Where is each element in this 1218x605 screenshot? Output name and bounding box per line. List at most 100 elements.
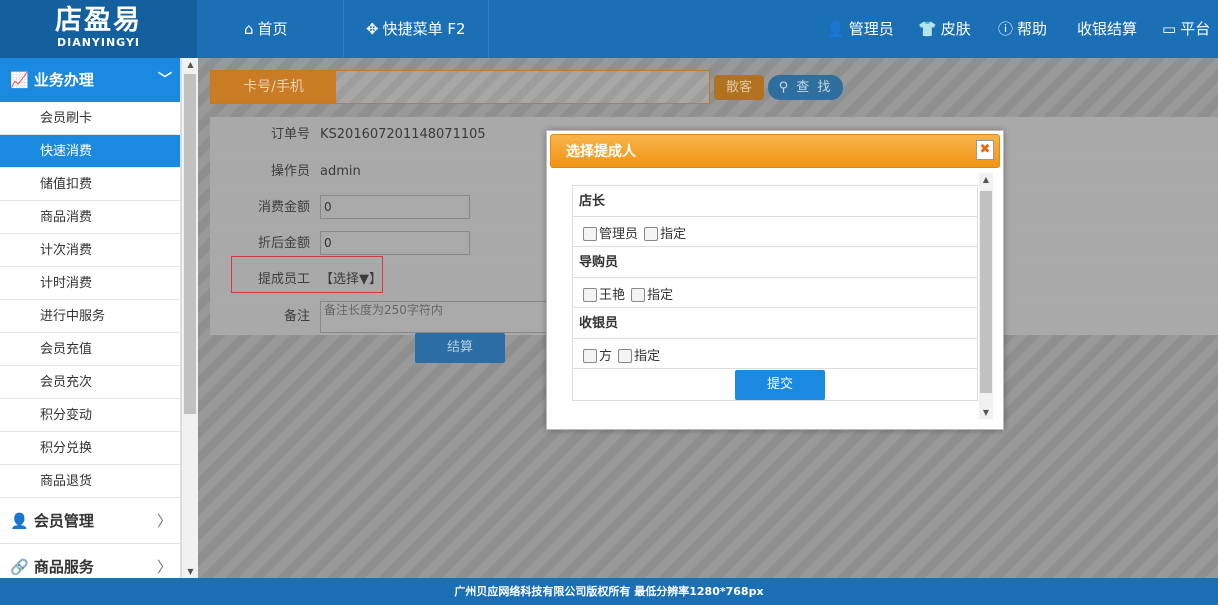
sidebar-group-member[interactable]: 👤 会员管理 〉 bbox=[0, 498, 180, 544]
chevron-down-icon: ﹀ bbox=[158, 72, 172, 88]
home-icon: ⌂ bbox=[244, 20, 254, 38]
checkbox[interactable] bbox=[583, 288, 597, 302]
note-label: 备注 bbox=[283, 309, 310, 324]
settle-button[interactable]: 结算 bbox=[415, 333, 505, 363]
nav-home[interactable]: ⌂ 首页 bbox=[244, 0, 288, 58]
checkbox[interactable] bbox=[631, 288, 646, 302]
card-label: 卡号/手机 bbox=[211, 71, 336, 103]
help-icon: ⓘ bbox=[998, 20, 1014, 38]
role-manager-options: 管理员 指定 bbox=[573, 217, 977, 247]
nav-quick-menu-label: 快捷菜单 F2 bbox=[382, 20, 466, 38]
sidebar-item-count-consume[interactable]: 计次消费 bbox=[0, 234, 180, 267]
close-icon[interactable]: ✖ bbox=[976, 140, 994, 160]
scroll-down-icon[interactable]: ▼ bbox=[182, 567, 199, 576]
role-manager: 店长 bbox=[573, 186, 977, 217]
operator-value: admin bbox=[320, 164, 361, 179]
monitor-icon: ▭ bbox=[1162, 20, 1177, 38]
role-cashier-options: 方 指定 bbox=[573, 339, 977, 369]
nav-checkout-label: 收银结算 bbox=[1077, 20, 1138, 38]
option-fang[interactable]: 方 bbox=[583, 345, 612, 364]
scroll-down-icon[interactable]: ▼ bbox=[979, 408, 993, 417]
checkbox[interactable] bbox=[583, 227, 597, 241]
scroll-up-icon[interactable]: ▲ bbox=[979, 175, 993, 184]
nav-help[interactable]: ⓘ 帮助 bbox=[998, 0, 1047, 58]
option-label: 管理员 bbox=[599, 227, 639, 242]
scroll-up-icon[interactable]: ▲ bbox=[182, 60, 199, 69]
sidebar-item-member-recharge[interactable]: 会员充值 bbox=[0, 333, 180, 366]
sidebar-item-stored-deduct[interactable]: 储值扣费 bbox=[0, 168, 180, 201]
role-cashier: 收银员 bbox=[573, 308, 977, 339]
sidebar-item-member-card[interactable]: 会员刷卡 bbox=[0, 102, 180, 135]
search-button[interactable]: ⚲ 查 找 bbox=[768, 75, 843, 100]
nav-admin-label: 管理员 bbox=[848, 20, 894, 38]
dialog-scrollbar[interactable]: ▲ ▼ bbox=[979, 173, 993, 419]
sidebar: 📈 业务办理 ﹀ 会员刷卡 快速消费 储值扣费 商品消费 计次消费 计时消费 进… bbox=[0, 58, 181, 578]
search-button-label: 查 找 bbox=[796, 80, 833, 95]
option-assign[interactable]: 指定 bbox=[618, 345, 660, 364]
order-label: 订单号 bbox=[270, 127, 310, 142]
role-guide: 导购员 bbox=[573, 247, 977, 278]
person-icon: 👤 bbox=[10, 512, 29, 530]
nav-skin[interactable]: 👕 皮肤 bbox=[918, 0, 971, 58]
search-icon: ⚲ bbox=[778, 80, 791, 95]
nav-home-label: 首页 bbox=[257, 20, 288, 38]
sidebar-group-label: 会员管理 bbox=[33, 512, 94, 530]
guest-button[interactable]: 散客 bbox=[714, 75, 764, 100]
move-icon: ✥ bbox=[366, 20, 379, 38]
footer: 广州贝应网络科技有限公司版权所有 最低分辨率1280*768px bbox=[0, 578, 1218, 605]
option-assign[interactable]: 指定 bbox=[631, 284, 673, 303]
amount-label: 消费金额 bbox=[257, 200, 310, 215]
option-label: 指定 bbox=[647, 288, 674, 303]
sidebar-scroll-thumb[interactable] bbox=[184, 74, 196, 414]
sidebar-item-goods-return[interactable]: 商品退货 bbox=[0, 465, 180, 498]
sidebar-group-goods[interactable]: 🔗 商品服务 〉 bbox=[0, 544, 180, 578]
nav-admin[interactable]: 👤 管理员 bbox=[826, 0, 894, 58]
top-bar: 店盈易 DIANYINGYI ⌂ 首页 ✥ 快捷菜单 F2 👤 管理员 👕 皮肤 ⓘ 帮助… bbox=[0, 0, 1218, 58]
option-assign[interactable]: 指定 bbox=[644, 223, 686, 242]
checkbox[interactable] bbox=[644, 227, 659, 241]
checkbox[interactable] bbox=[618, 349, 633, 363]
staff-highlight-box bbox=[231, 256, 383, 293]
dialog-scroll-thumb[interactable] bbox=[980, 191, 992, 393]
nav-quick-menu[interactable]: ✥ 快捷菜单 F2 bbox=[343, 0, 489, 58]
sidebar-group-label: 商品服务 bbox=[33, 558, 94, 576]
sidebar-item-points-redeem[interactable]: 积分兑换 bbox=[0, 432, 180, 465]
dialog-body: 店长 管理员 指定 导购员 王艳 指定 收银员 方 指定 提交 bbox=[572, 185, 978, 401]
nav-skin-label: 皮肤 bbox=[940, 20, 971, 38]
option-label: 指定 bbox=[660, 227, 687, 242]
sidebar-item-member-recount[interactable]: 会员充次 bbox=[0, 366, 180, 399]
chevron-right-icon: 〉 bbox=[156, 558, 172, 576]
select-commission-dialog: 选择提成人 ✖ 店长 管理员 指定 导购员 王艳 指定 收银员 方 指定 提交 … bbox=[546, 130, 1004, 430]
user-icon: 👤 bbox=[826, 20, 845, 38]
sidebar-item-goods-consume[interactable]: 商品消费 bbox=[0, 201, 180, 234]
role-guide-options: 王艳 指定 bbox=[573, 278, 977, 308]
sidebar-section-business[interactable]: 📈 业务办理 ﹀ bbox=[0, 58, 180, 102]
amount-input[interactable]: 0 bbox=[320, 195, 470, 219]
sidebar-item-quick-consume[interactable]: 快速消费 bbox=[0, 135, 180, 168]
chart-icon: 📈 bbox=[10, 71, 29, 89]
option-admin[interactable]: 管理员 bbox=[583, 223, 638, 242]
sidebar-item-in-service[interactable]: 进行中服务 bbox=[0, 300, 180, 333]
nav-platform[interactable]: ▭ 平台 bbox=[1162, 0, 1210, 58]
dialog-title: 选择提成人 bbox=[550, 134, 1000, 168]
brand-name: 店盈易 bbox=[55, 5, 142, 36]
option-label: 指定 bbox=[634, 349, 661, 364]
discount-input[interactable]: 0 bbox=[320, 231, 470, 255]
nav-platform-label: 平台 bbox=[1180, 20, 1211, 38]
nav-help-label: 帮助 bbox=[1017, 20, 1048, 38]
tshirt-icon: 👕 bbox=[918, 20, 937, 38]
sidebar-item-timed-consume[interactable]: 计时消费 bbox=[0, 267, 180, 300]
link-icon: 🔗 bbox=[10, 558, 29, 576]
checkbox[interactable] bbox=[583, 349, 597, 363]
card-search-field[interactable]: 卡号/手机 bbox=[210, 70, 710, 104]
sidebar-scrollbar[interactable]: ▲ ▼ bbox=[181, 58, 198, 578]
option-wangyan[interactable]: 王艳 bbox=[583, 284, 625, 303]
nav-checkout[interactable]: 收银结算 bbox=[1077, 0, 1137, 58]
operator-label: 操作员 bbox=[270, 164, 310, 179]
submit-button[interactable]: 提交 bbox=[735, 370, 825, 400]
order-value: KS201607201148071105 bbox=[320, 127, 486, 142]
sidebar-item-points-change[interactable]: 积分变动 bbox=[0, 399, 180, 432]
brand-logo[interactable]: 店盈易 DIANYINGYI bbox=[0, 0, 197, 58]
chevron-right-icon: 〉 bbox=[156, 512, 172, 530]
option-label: 王艳 bbox=[599, 288, 626, 303]
